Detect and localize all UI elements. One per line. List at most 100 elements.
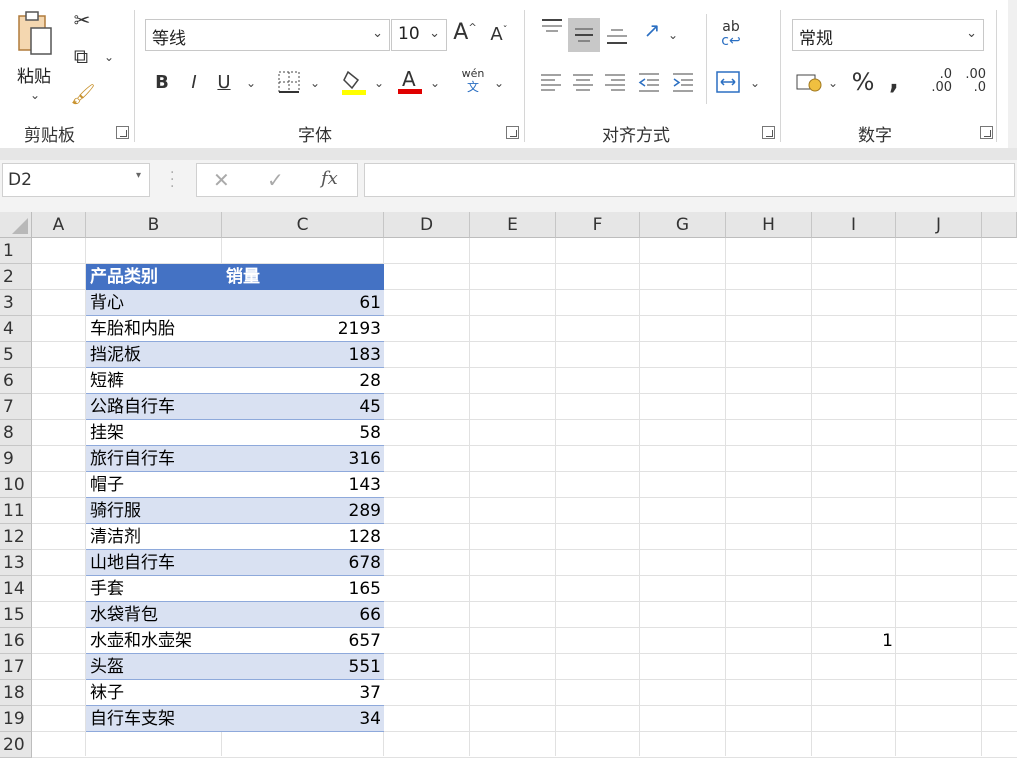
table-cell-category[interactable]: 背心 [86, 290, 222, 316]
increase-decimal-icon[interactable]: .0 .00 [922, 68, 952, 94]
align-right-icon[interactable] [602, 70, 628, 99]
align-left-icon[interactable] [538, 70, 564, 99]
number-format-select[interactable]: 常规 ⌄ [792, 19, 984, 51]
merge-center-icon[interactable] [714, 70, 742, 99]
table-cell-sales[interactable]: 66 [222, 602, 384, 628]
row-header[interactable]: 15 [0, 602, 32, 628]
table-cell-category[interactable]: 骑行服 [86, 498, 222, 524]
bold-icon[interactable]: B [152, 72, 172, 93]
merge-dropdown-icon[interactable]: ⌄ [750, 76, 760, 90]
cell-i16[interactable]: 1 [812, 628, 896, 654]
row-header[interactable]: 8 [0, 420, 32, 446]
italic-icon[interactable]: I [184, 72, 204, 93]
table-cell-category[interactable]: 水壶和水壶架 [86, 628, 222, 654]
column-header[interactable]: I [812, 212, 896, 238]
table-cell-sales[interactable]: 58 [222, 420, 384, 446]
table-cell-category[interactable]: 旅行自行车 [86, 446, 222, 472]
cut-icon[interactable]: ✂ [70, 8, 94, 32]
copy-icon[interactable]: ⧉ [68, 44, 94, 68]
number-launcher-icon[interactable] [980, 126, 993, 139]
row-header[interactable]: 16 [0, 628, 32, 654]
table-cell-sales[interactable]: 183 [222, 342, 384, 368]
font-size-select[interactable]: 10 ⌄ [391, 19, 447, 51]
table-cell-sales[interactable]: 2193 [222, 316, 384, 342]
table-cell-sales[interactable]: 316 [222, 446, 384, 472]
underline-icon[interactable]: U [214, 72, 234, 93]
table-cell-sales[interactable]: 34 [222, 706, 384, 732]
row-header[interactable]: 4 [0, 316, 32, 342]
border-dropdown-icon[interactable]: ⌄ [310, 76, 320, 90]
decrease-indent-icon[interactable] [636, 70, 662, 99]
row-header[interactable]: 3 [0, 290, 32, 316]
table-cell-sales[interactable]: 28 [222, 368, 384, 394]
table-cell-category[interactable]: 自行车支架 [86, 706, 222, 732]
row-header[interactable]: 11 [0, 498, 32, 524]
table-cell-sales[interactable]: 61 [222, 290, 384, 316]
column-header[interactable]: E [470, 212, 556, 238]
table-cell-category[interactable]: 头盔 [86, 654, 222, 680]
name-box[interactable]: D2 ▾ [2, 163, 150, 197]
insert-function-icon[interactable]: fx [321, 168, 338, 189]
column-header[interactable]: H [726, 212, 812, 238]
table-cell-category[interactable]: 帽子 [86, 472, 222, 498]
column-header[interactable] [982, 212, 1017, 238]
accounting-format-icon[interactable] [794, 70, 824, 99]
clipboard-launcher-icon[interactable] [116, 126, 129, 139]
table-cell-category[interactable]: 袜子 [86, 680, 222, 706]
table-cell-category[interactable]: 挂架 [86, 420, 222, 446]
table-cell-sales[interactable]: 551 [222, 654, 384, 680]
wrap-text-icon[interactable]: ab c↩ [716, 20, 746, 48]
table-cell-category[interactable]: 车胎和内胎 [86, 316, 222, 342]
table-cell-sales[interactable]: 128 [222, 524, 384, 550]
table-cell-sales[interactable]: 37 [222, 680, 384, 706]
column-header[interactable]: A [32, 212, 86, 238]
table-cell-category[interactable]: 山地自行车 [86, 550, 222, 576]
row-header[interactable]: 7 [0, 394, 32, 420]
font-color-dropdown-icon[interactable]: ⌄ [430, 76, 440, 90]
formula-input[interactable] [364, 163, 1015, 197]
row-header[interactable]: 2 [0, 264, 32, 290]
copy-dropdown-icon[interactable]: ⌄ [104, 50, 114, 64]
increase-font-size-icon[interactable]: A^ [452, 20, 478, 45]
increase-indent-icon[interactable] [670, 70, 696, 99]
font-color-icon[interactable]: A [396, 66, 424, 101]
row-header[interactable]: 10 [0, 472, 32, 498]
font-name-select[interactable]: 等线 ⌄ [145, 19, 390, 51]
table-cell-category[interactable]: 清洁剂 [86, 524, 222, 550]
phonetic-dropdown-icon[interactable]: ⌄ [494, 76, 504, 90]
select-all-corner[interactable] [0, 212, 32, 238]
row-header[interactable]: 1 [0, 238, 32, 264]
accounting-dropdown-icon[interactable]: ⌄ [828, 76, 838, 90]
row-header[interactable]: 5 [0, 342, 32, 368]
fill-color-icon[interactable] [340, 68, 368, 101]
paste-icon[interactable] [16, 10, 56, 58]
column-header[interactable]: C [222, 212, 384, 238]
table-cell-sales[interactable]: 143 [222, 472, 384, 498]
table-cell-category[interactable]: 水袋背包 [86, 602, 222, 628]
row-header[interactable]: 13 [0, 550, 32, 576]
middle-align-icon[interactable] [568, 18, 600, 52]
border-icon[interactable] [276, 70, 302, 99]
column-header[interactable]: G [640, 212, 726, 238]
table-cell-sales[interactable]: 657 [222, 628, 384, 654]
table-cell-sales[interactable]: 678 [222, 550, 384, 576]
enter-icon[interactable]: ✓ [267, 168, 284, 192]
font-launcher-icon[interactable] [506, 126, 519, 139]
row-header[interactable]: 12 [0, 524, 32, 550]
row-header[interactable]: 9 [0, 446, 32, 472]
table-cell-category[interactable]: 手套 [86, 576, 222, 602]
table-cell-sales[interactable]: 165 [222, 576, 384, 602]
comma-style-icon[interactable]: , [884, 66, 904, 96]
row-header[interactable]: 14 [0, 576, 32, 602]
chevron-down-icon[interactable]: ▾ [136, 170, 141, 181]
paste-dropdown-icon[interactable]: ⌄ [30, 88, 40, 102]
bottom-align-icon[interactable] [604, 22, 630, 51]
phonetic-icon[interactable]: wén 文 [460, 68, 486, 95]
row-header[interactable]: 17 [0, 654, 32, 680]
orientation-dropdown-icon[interactable]: ⌄ [668, 28, 678, 42]
percent-icon[interactable]: % [850, 68, 876, 96]
underline-dropdown-icon[interactable]: ⌄ [246, 76, 256, 90]
table-header-cell[interactable]: 产品类别 [86, 264, 222, 290]
align-center-icon[interactable] [570, 70, 596, 99]
alignment-launcher-icon[interactable] [762, 126, 775, 139]
